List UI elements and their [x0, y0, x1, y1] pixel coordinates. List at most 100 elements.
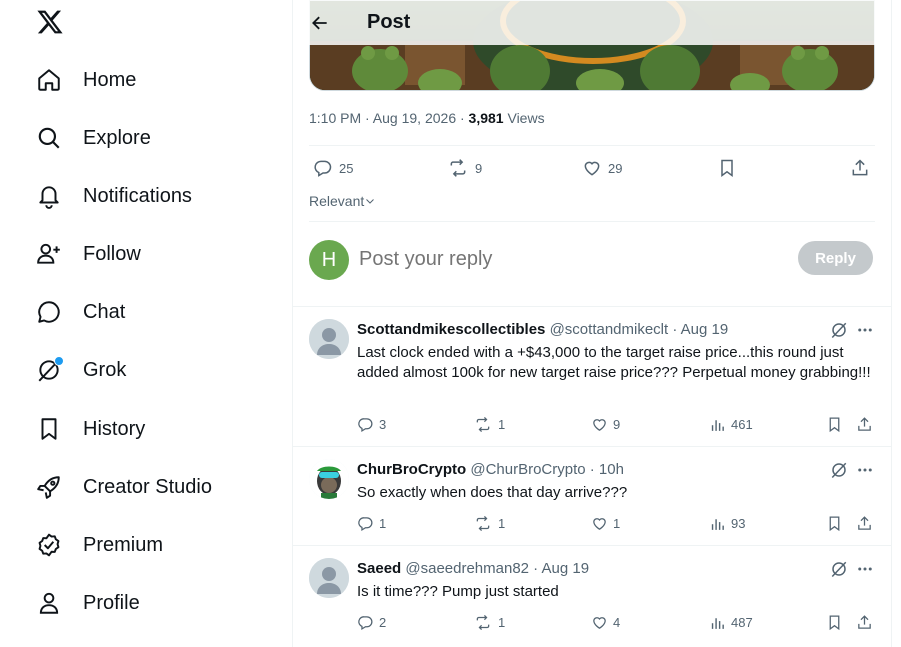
reply-item[interactable]: Saeed @saeedrehman82 · Aug 19 Is it time…: [293, 545, 891, 647]
reply-author-handle[interactable]: @ChurBroCrypto · 10h: [470, 461, 624, 478]
reply-icon: [358, 616, 373, 631]
share-action[interactable]: [850, 158, 876, 178]
verified-icon: [36, 532, 62, 558]
avatar[interactable]: H: [309, 240, 349, 280]
like-action[interactable]: 4: [591, 614, 620, 631]
avatar[interactable]: [309, 459, 349, 499]
bookmark-action[interactable]: [717, 158, 743, 178]
share-action[interactable]: [856, 614, 878, 631]
nav-history[interactable]: History: [36, 409, 145, 449]
views-count: 487: [731, 615, 753, 630]
more-icon[interactable]: [856, 321, 874, 339]
heart-icon: [593, 518, 606, 530]
repost-action[interactable]: 1: [473, 614, 505, 631]
views-count: 93: [731, 516, 746, 531]
reply-author-name[interactable]: Scottandmikescollectibles: [357, 321, 545, 338]
grok-icon[interactable]: [830, 461, 848, 479]
nav-notifications[interactable]: Notifications: [36, 176, 192, 216]
more-icon[interactable]: [856, 461, 874, 479]
like-count: 1: [613, 516, 621, 531]
repost-icon: [476, 515, 490, 532]
sort-dropdown[interactable]: Relevant: [309, 193, 376, 209]
reply-header: Scottandmikescollectibles @scottandmikec…: [357, 321, 728, 338]
rocket-icon: [36, 474, 62, 500]
avatar[interactable]: [309, 558, 349, 598]
nav-label-creator-studio: Creator Studio: [83, 475, 212, 498]
back-arrow-icon[interactable]: [310, 13, 330, 33]
like-action[interactable]: 29: [582, 158, 622, 178]
reply-author-name[interactable]: ChurBroCrypto: [357, 461, 466, 478]
reply-button[interactable]: Reply: [798, 241, 873, 275]
nav-label-chat: Chat: [83, 300, 126, 323]
avatar[interactable]: [309, 319, 349, 359]
views-action[interactable]: 93: [709, 515, 745, 532]
reply-icon: [358, 418, 373, 433]
views-icon: [711, 519, 724, 530]
nav-creator-studio[interactable]: Creator Studio: [36, 467, 212, 507]
nav-premium[interactable]: Premium: [36, 525, 163, 565]
reply-action[interactable]: 2: [357, 614, 386, 631]
like-action[interactable]: 9: [591, 416, 620, 433]
nav-grok[interactable]: Grok: [36, 350, 126, 390]
reply-action[interactable]: 3: [357, 416, 386, 433]
share-action[interactable]: [856, 515, 878, 532]
nav-label-profile: Profile: [83, 591, 140, 614]
chevron-down-icon: [366, 199, 375, 204]
nav-explore[interactable]: Explore: [36, 118, 151, 158]
grok-icon[interactable]: [830, 560, 848, 578]
reply-input[interactable]: [359, 248, 759, 271]
reply-action[interactable]: 25: [313, 158, 353, 178]
notification-dot: [54, 356, 64, 366]
share-action[interactable]: [856, 416, 878, 433]
repost-count: 1: [498, 516, 506, 531]
views-action[interactable]: 487: [709, 614, 753, 631]
bell-icon: [36, 183, 62, 209]
reply-author-handle[interactable]: @saeedrehman82 · Aug 19: [405, 560, 589, 577]
like-count: 9: [613, 417, 621, 432]
nav-follow[interactable]: Follow: [36, 234, 141, 274]
repost-action[interactable]: 1: [473, 515, 505, 532]
repost-action[interactable]: 9: [447, 158, 482, 178]
reply-item[interactable]: ChurBroCrypto @ChurBroCrypto · 10h So ex…: [293, 446, 891, 546]
reply-icon: [358, 517, 373, 532]
grok-icon[interactable]: [830, 321, 848, 339]
share-icon: [858, 615, 871, 629]
views-count: 461: [731, 417, 753, 432]
reply-text: Is it time??? Pump just started: [357, 583, 559, 600]
more-icon[interactable]: [856, 560, 874, 578]
reply-author-handle[interactable]: @scottandmikeclt · Aug 19: [550, 321, 729, 338]
repost-count: 9: [475, 160, 483, 176]
share-icon: [852, 159, 868, 176]
bookmark-icon: [829, 417, 840, 433]
reply-icon: [314, 160, 332, 177]
repost-icon: [450, 159, 466, 177]
reply-action[interactable]: 1: [357, 515, 386, 532]
like-count: 29: [608, 160, 623, 176]
nav-home[interactable]: Home: [36, 60, 136, 100]
reply-item[interactable]: Scottandmikescollectibles @scottandmikec…: [293, 306, 891, 447]
views-icon: [711, 420, 724, 431]
nav-label-follow: Follow: [83, 242, 141, 265]
reply-composer: H Reply: [309, 240, 875, 280]
bookmark-action[interactable]: [826, 614, 848, 631]
like-count: 4: [613, 615, 621, 630]
nav-profile[interactable]: Profile: [36, 583, 140, 623]
heart-icon: [584, 161, 600, 176]
bookmark-action[interactable]: [826, 515, 848, 532]
chat-icon: [36, 299, 62, 325]
person-icon: [36, 590, 62, 616]
sort-label: Relevant: [309, 193, 365, 209]
repost-action[interactable]: 1: [473, 416, 505, 433]
like-action[interactable]: 1: [591, 515, 620, 532]
views-label: Views: [503, 110, 545, 126]
x-logo-icon[interactable]: [36, 8, 64, 36]
reply-author-name[interactable]: Saeed: [357, 560, 401, 577]
views-action[interactable]: 461: [709, 416, 753, 433]
post-timestamp[interactable]: 1:10 PM · Aug 19, 2026 ·: [309, 110, 469, 126]
nav-chat[interactable]: Chat: [36, 292, 125, 332]
person-plus-icon: [36, 241, 62, 267]
search-icon: [36, 125, 62, 151]
bookmark-action[interactable]: [826, 416, 848, 433]
page-title: Post: [367, 11, 411, 33]
reply-count: 2: [379, 615, 387, 630]
